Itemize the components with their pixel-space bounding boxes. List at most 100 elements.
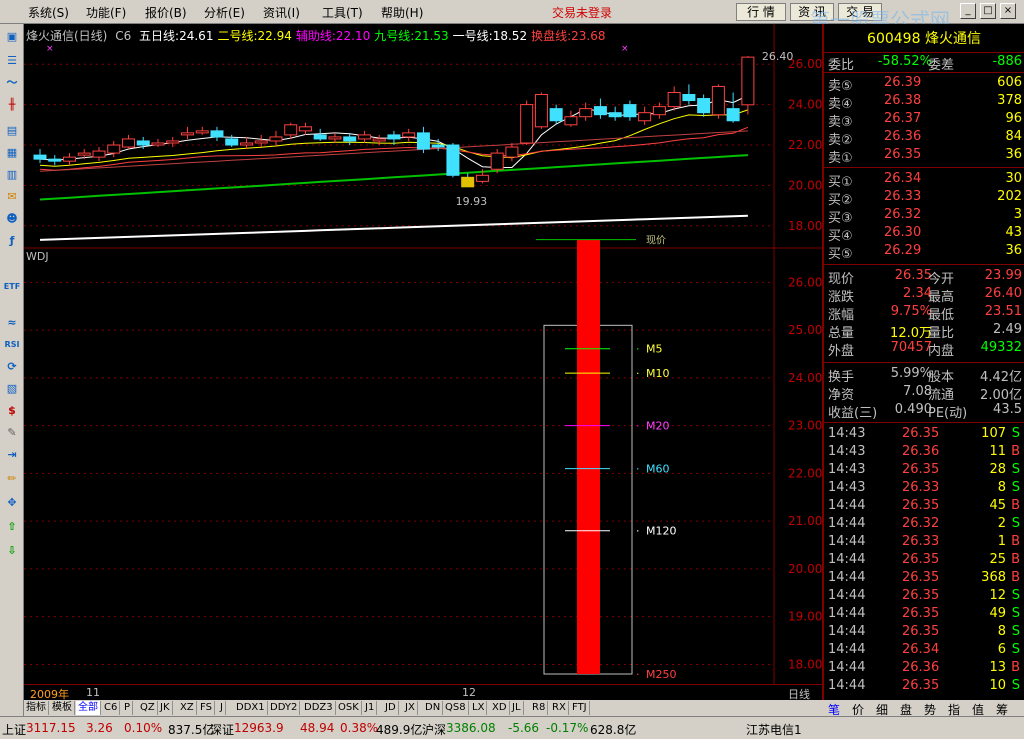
candle-body xyxy=(549,108,563,122)
table-icon[interactable]: ▦ xyxy=(3,144,21,162)
indicator-tab-14[interactable]: J1 xyxy=(363,701,378,715)
tick-price: 26.36 xyxy=(902,444,940,459)
wrench-icon[interactable]: ✎ xyxy=(3,424,21,442)
sh-label[interactable]: 上证 xyxy=(2,721,26,738)
arrow-up-icon[interactable]: ⇧ xyxy=(3,518,21,536)
move-icon[interactable]: ✥ xyxy=(3,494,21,512)
indicator-tab-9[interactable]: J xyxy=(218,701,226,715)
arrow-down-icon[interactable]: ⇩ xyxy=(3,542,21,560)
candle-body xyxy=(372,138,386,142)
tick-volume: 45 xyxy=(989,498,1006,513)
indicator-tab-15[interactable]: JD xyxy=(383,701,399,715)
stat-label: 股本 xyxy=(928,370,955,385)
legend-line-0: 五日线: xyxy=(139,29,180,43)
indicator-tab-12[interactable]: DDZ3 xyxy=(302,701,336,715)
grid-icon[interactable]: ▥ xyxy=(3,166,21,184)
tick-time: 14:44 xyxy=(828,660,866,675)
legend-value-2: 22.10 xyxy=(335,29,371,43)
tick-row: 14:44 26.33 1 B xyxy=(824,534,1024,552)
candle-body xyxy=(269,136,283,142)
legend-line-5: 换盘线: xyxy=(531,29,572,43)
indicator-tab-23[interactable]: RX xyxy=(550,701,569,715)
ask-price: 26.35 xyxy=(884,147,922,162)
line-chart-icon[interactable]: 〜 xyxy=(3,74,21,92)
menu-info[interactable]: 资讯(I) xyxy=(263,4,300,21)
rsi-icon[interactable]: RSI xyxy=(3,336,21,354)
menu-help[interactable]: 帮助(H) xyxy=(381,4,423,21)
candle-body xyxy=(431,144,445,148)
legend-line-2: 辅助线: xyxy=(295,29,336,43)
wdj-dot: · xyxy=(636,668,640,681)
tick-time: 14:44 xyxy=(828,678,866,693)
candle-body xyxy=(402,132,416,138)
sz-label[interactable]: 深证 xyxy=(210,721,234,738)
etf-icon[interactable]: ETF xyxy=(3,278,21,296)
restore-icon[interactable]: □ xyxy=(980,3,996,19)
indicator-tab-16[interactable]: JX xyxy=(403,701,418,715)
indicator-tab-19[interactable]: LX xyxy=(470,701,488,715)
indicator-tab-11[interactable]: DDY2 xyxy=(268,701,301,715)
mail-icon[interactable]: ✉ xyxy=(3,188,21,206)
kline-chart[interactable]: 26.00 24.00 22.00 20.00 18.00 26.40 19.93 × × WDJ… xyxy=(24,24,822,684)
indicator-tab-17[interactable]: DN xyxy=(423,701,444,715)
candle-body xyxy=(210,130,224,138)
stat-value: 49332 xyxy=(980,340,1022,355)
indicator-tab-18[interactable]: QS8 xyxy=(443,701,469,715)
indicator-tab-0[interactable]: 指标 xyxy=(24,701,49,715)
menu-function[interactable]: 功能(F) xyxy=(86,4,126,21)
menu-quote[interactable]: 报价(B) xyxy=(145,4,187,21)
quote-panel: 600498 烽火通信 委比 -58.52% 委差 -886 卖⑤ 26.39 606 卖④ 2… xyxy=(822,24,1024,700)
sh-value: 3117.15 xyxy=(26,721,76,735)
menu-analysis[interactable]: 分析(E) xyxy=(204,4,245,21)
left-toolbar: ▣ ☰ 〜 ╫ ▤ ▦ ▥ ✉ ☻ ƒ ETF ≈ RSI ⟳ ▧ $ ✎ ⇥ … xyxy=(0,24,24,716)
minimize-icon[interactable]: _ xyxy=(960,3,976,19)
stat-value: 23.51 xyxy=(984,304,1022,319)
indicator-tab-5[interactable]: QZ xyxy=(138,701,158,715)
indicator-tab-3[interactable]: C6 xyxy=(102,701,121,715)
wave-icon[interactable]: ≈ xyxy=(3,314,21,332)
calculator-icon[interactable]: ▧ xyxy=(3,380,21,398)
candle-body xyxy=(33,154,47,160)
indicator-tab-6[interactable]: JK xyxy=(158,701,173,715)
tick-volume: 2 xyxy=(997,516,1006,531)
indicator-tab-8[interactable]: FS xyxy=(198,701,215,715)
pencil-icon[interactable]: ✏ xyxy=(3,470,21,488)
candle-body xyxy=(180,132,194,136)
indicator-tab-24[interactable]: FTJ xyxy=(570,701,590,715)
bid-volume: 3 xyxy=(1013,207,1022,222)
indicator-tab-22[interactable]: R8 xyxy=(530,701,549,715)
indicator-tab-20[interactable]: XD xyxy=(490,701,510,715)
tick-row: 14:44 26.35 12 S xyxy=(824,588,1024,606)
menu-tools[interactable]: 工具(T) xyxy=(322,4,363,21)
indicator-tab-4[interactable]: P xyxy=(122,701,134,715)
window-icon[interactable]: ▤ xyxy=(3,122,21,140)
tick-flag: S xyxy=(1011,588,1020,603)
export-icon[interactable]: ⇥ xyxy=(3,446,21,464)
tick-time: 14:44 xyxy=(828,588,866,603)
refresh-icon[interactable]: ⟳ xyxy=(3,358,21,376)
tick-price: 26.35 xyxy=(902,570,940,585)
login-status[interactable]: 交易未登录 xyxy=(552,4,612,21)
list-icon[interactable]: ☰ xyxy=(3,52,21,70)
dollar-icon[interactable]: $ xyxy=(3,402,21,420)
people-icon[interactable]: ☻ xyxy=(3,210,21,228)
indicator-tab-21[interactable]: JL xyxy=(510,701,524,715)
tick-price: 26.35 xyxy=(902,462,940,477)
hs-label[interactable]: 沪深 xyxy=(422,721,446,738)
legend-line-3: 九号线: xyxy=(374,29,415,43)
quote-button[interactable]: 行 情 xyxy=(736,3,786,21)
kline-icon[interactable]: ╫ xyxy=(3,96,21,114)
indicator-tab-13[interactable]: OSK xyxy=(336,701,362,715)
indicator-tab-2[interactable]: 全部 xyxy=(76,701,101,715)
indicator-tab-1[interactable]: 模板 xyxy=(50,701,75,715)
menu-system[interactable]: 系统(S) xyxy=(28,4,69,21)
stat-value: 43.5 xyxy=(993,402,1022,417)
indicator-tab-7[interactable]: XZ xyxy=(178,701,197,715)
fund-icon[interactable]: ƒ xyxy=(3,232,21,250)
tick-time: 14:44 xyxy=(828,516,866,531)
home-icon[interactable]: ▣ xyxy=(3,28,21,46)
chart-area[interactable]: 26.00 24.00 22.00 20.00 18.00 26.40 19.93 × × WDJ… xyxy=(24,24,822,684)
indicator-tab-10[interactable]: DDX1 xyxy=(234,701,268,715)
close-icon[interactable]: × xyxy=(1000,3,1016,19)
candle-body xyxy=(151,142,165,146)
